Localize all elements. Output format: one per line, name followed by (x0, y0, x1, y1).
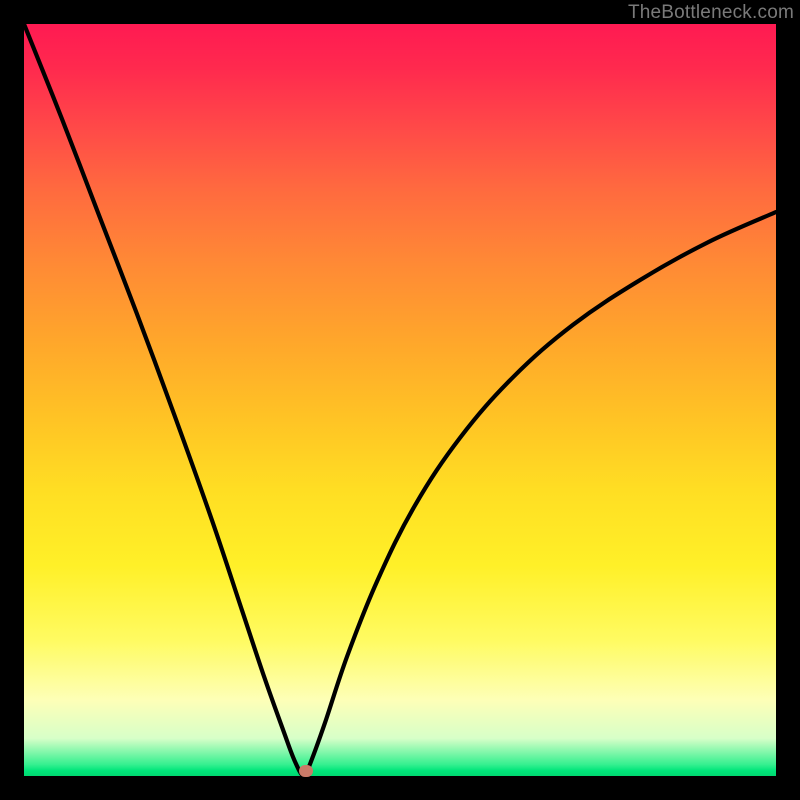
watermark-text: TheBottleneck.com (628, 2, 794, 24)
bottleneck-curve (24, 24, 776, 776)
minimum-marker (299, 765, 313, 777)
chart-plot-area (24, 24, 776, 776)
chart-frame: TheBottleneck.com (0, 0, 800, 800)
